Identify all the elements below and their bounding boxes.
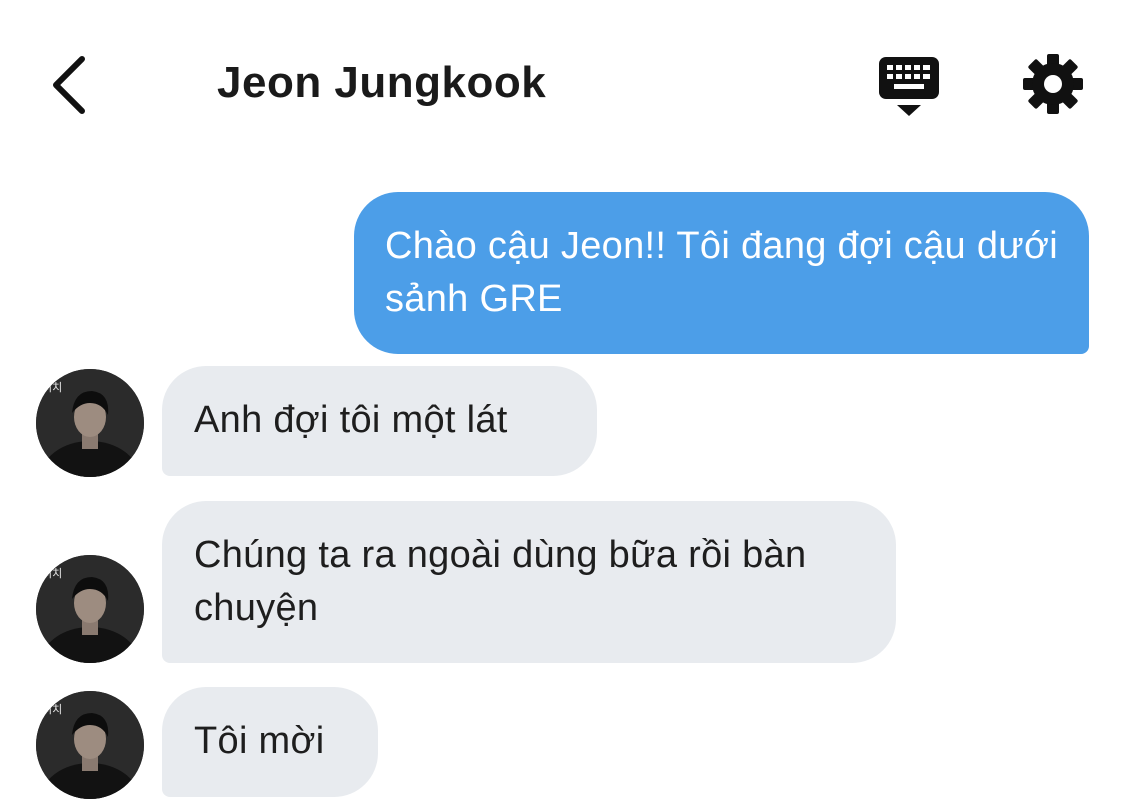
- avatar[interactable]: 러치: [36, 691, 144, 799]
- avatar[interactable]: 러치: [36, 369, 144, 477]
- settings-button[interactable]: [1022, 53, 1084, 115]
- chat-header: Jeon Jungkook: [0, 0, 1125, 170]
- keyboard-toggle-button[interactable]: [876, 55, 942, 119]
- svg-text:러치: 러치: [42, 567, 62, 580]
- keyboard-hide-icon: [879, 57, 939, 116]
- avatar-image: 러치: [36, 369, 144, 477]
- avatar-image: 러치: [36, 691, 144, 799]
- gear-icon: [1023, 54, 1083, 114]
- avatar[interactable]: 러치: [36, 555, 144, 663]
- incoming-message-bubble[interactable]: Tôi mời: [162, 687, 378, 797]
- incoming-message-bubble[interactable]: Anh đợi tôi một lát: [162, 366, 597, 476]
- chat-screen: Jeon Jungkook Chào cậu Jeon!! Tôi đang đ…: [0, 0, 1125, 811]
- message-text: Anh đợi tôi một lát: [194, 399, 508, 441]
- message-text: Chào cậu Jeon!! Tôi đang đợi cậu dưới sả…: [385, 225, 1058, 320]
- incoming-message-bubble[interactable]: Chúng ta ra ngoài dùng bữa rồi bàn chuyệ…: [162, 501, 896, 663]
- avatar-image: 러치: [36, 555, 144, 663]
- outgoing-message-bubble[interactable]: Chào cậu Jeon!! Tôi đang đợi cậu dưới sả…: [354, 192, 1089, 354]
- svg-text:러치: 러치: [42, 703, 62, 716]
- chevron-left-icon: [53, 56, 85, 114]
- back-button[interactable]: [38, 50, 98, 120]
- contact-name: Jeon Jungkook: [217, 58, 547, 107]
- message-text: Chúng ta ra ngoài dùng bữa rồi bàn chuyệ…: [194, 534, 807, 629]
- message-text: Tôi mời: [194, 720, 325, 762]
- svg-text:러치: 러치: [42, 381, 62, 394]
